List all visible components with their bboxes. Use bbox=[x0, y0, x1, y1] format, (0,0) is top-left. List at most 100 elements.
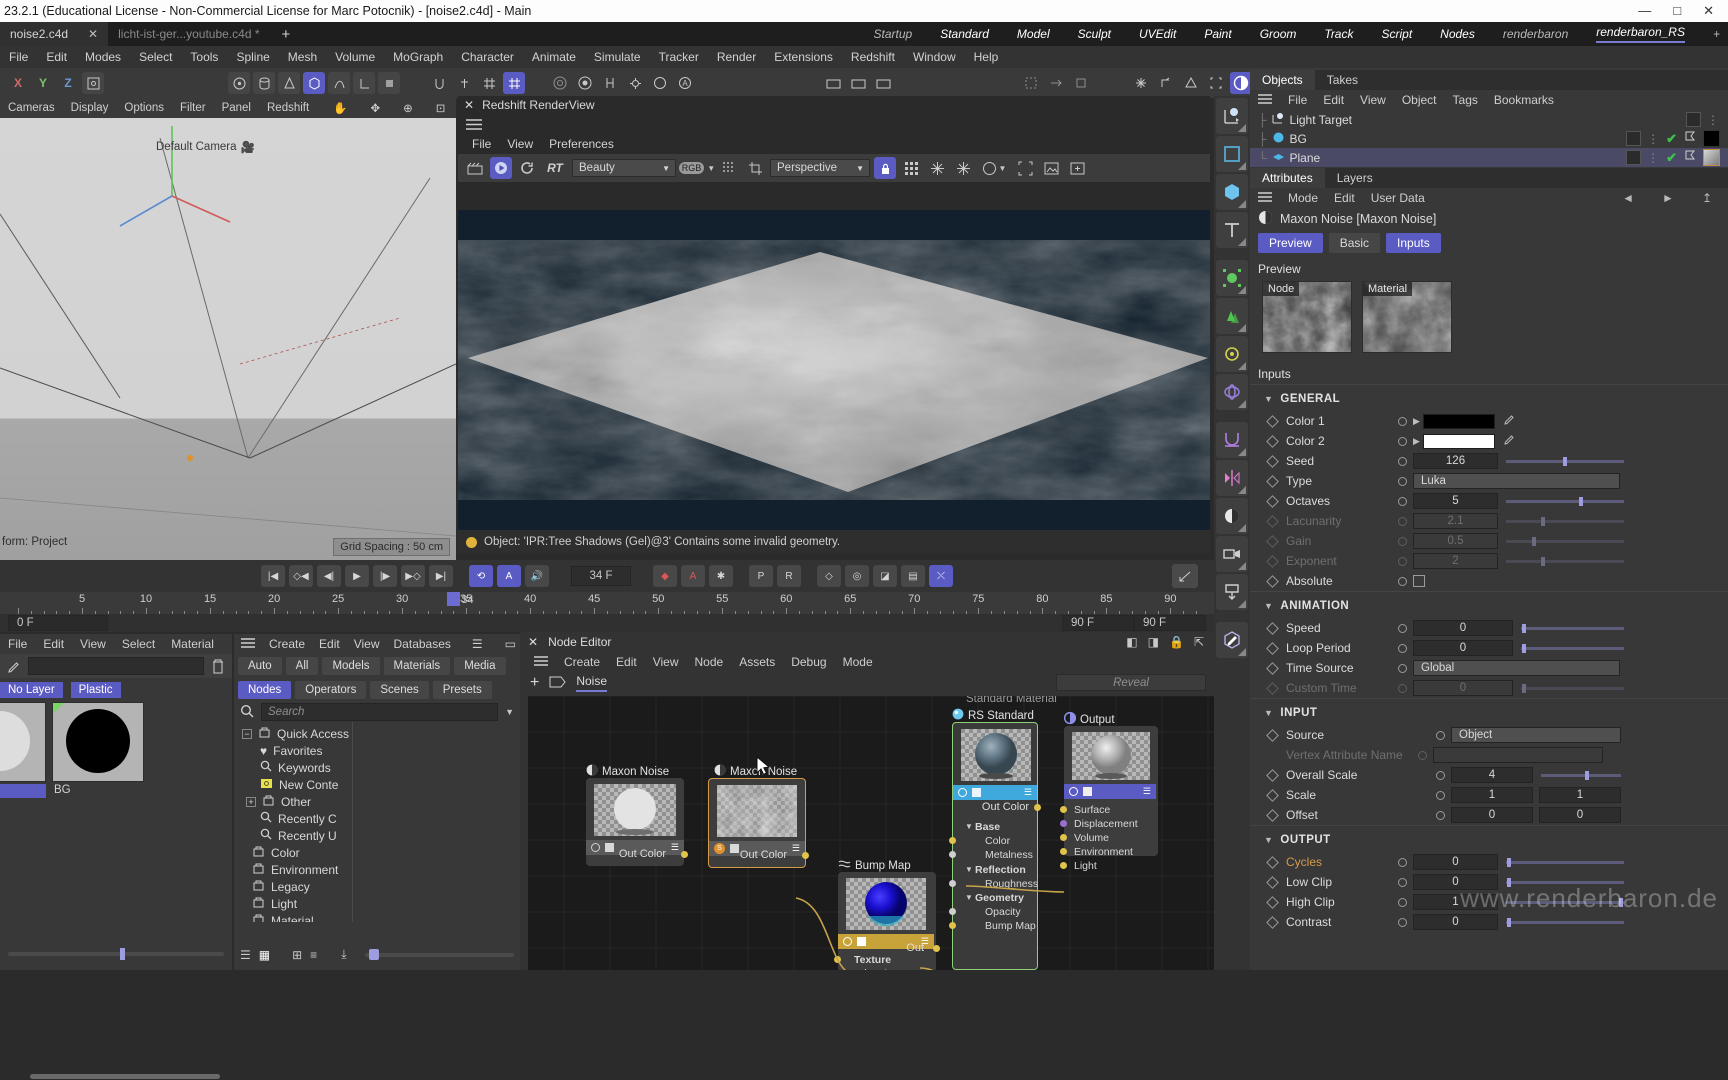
contrast-slider[interactable] bbox=[1506, 917, 1624, 927]
keyframe-diamond-icon[interactable] bbox=[1266, 855, 1279, 869]
type-select[interactable]: Luka bbox=[1413, 473, 1620, 489]
asset-menu-edit[interactable]: Edit bbox=[312, 637, 347, 651]
viewport-menu-filter[interactable]: Filter bbox=[172, 102, 214, 114]
axis-x-toggle[interactable]: X bbox=[7, 72, 29, 94]
tree-item-color[interactable]: Color bbox=[240, 844, 520, 861]
tag-icon[interactable] bbox=[549, 676, 566, 691]
node-graph-canvas[interactable]: Standard Material Maxon Noise ☰ Out Colo… bbox=[528, 696, 1214, 970]
absolute-checkbox[interactable] bbox=[1413, 575, 1425, 587]
layout-tab-nodes[interactable]: Nodes bbox=[1440, 27, 1475, 41]
preview-node-thumb[interactable]: Node bbox=[1262, 281, 1352, 353]
offset-y-field[interactable]: 0 bbox=[1539, 807, 1621, 823]
menu-volume[interactable]: Volume bbox=[326, 50, 384, 64]
tree-item-environment[interactable]: Environment bbox=[240, 861, 520, 878]
filter-nodes[interactable]: Nodes bbox=[238, 681, 292, 699]
menu-select[interactable]: Select bbox=[130, 50, 181, 64]
hamburger-icon[interactable] bbox=[234, 637, 262, 651]
keyframe-diamond-icon[interactable] bbox=[1266, 434, 1279, 448]
menu-tracker[interactable]: Tracker bbox=[650, 50, 708, 64]
param-color-2[interactable]: Color 2 ▶ bbox=[1250, 431, 1728, 451]
nav-forward-icon[interactable]: ► bbox=[1654, 191, 1682, 205]
axis-z-toggle[interactable]: Z bbox=[57, 72, 79, 94]
layout-tab-track[interactable]: Track bbox=[1324, 27, 1353, 41]
clapboard-icon[interactable] bbox=[464, 157, 486, 179]
null-object-icon[interactable] bbox=[1216, 98, 1248, 134]
capture-3-icon[interactable] bbox=[872, 72, 894, 94]
tree-item-other[interactable]: + Other bbox=[240, 793, 520, 810]
menu-render[interactable]: Render bbox=[708, 50, 765, 64]
tree-item-recently-created[interactable]: Recently C bbox=[240, 810, 520, 827]
param-cycles[interactable]: Cycles 0 bbox=[1250, 852, 1728, 872]
trash-icon[interactable] bbox=[204, 659, 232, 674]
node-menu-assets[interactable]: Assets bbox=[731, 655, 783, 669]
render-settings-icon[interactable] bbox=[599, 72, 621, 94]
pla-key-button[interactable]: ◎ bbox=[845, 565, 869, 587]
play-button[interactable]: ▶ bbox=[345, 565, 369, 587]
add-layout-button[interactable]: + bbox=[1713, 27, 1720, 41]
material-menu-edit[interactable]: Edit bbox=[35, 637, 72, 651]
keyframe-diamond-icon[interactable] bbox=[1266, 875, 1279, 889]
port-circle-icon[interactable] bbox=[1436, 730, 1445, 740]
go-to-end-button[interactable]: ▶| bbox=[429, 565, 453, 587]
object-axis-icon[interactable] bbox=[82, 72, 104, 94]
expand-toggle-icon[interactable]: + bbox=[246, 796, 256, 807]
keyframe-diamond-icon[interactable] bbox=[1266, 808, 1279, 822]
end-frame-field[interactable]: 90 F bbox=[1062, 615, 1134, 631]
layout-tab-renderbaron[interactable]: renderbaron bbox=[1503, 27, 1568, 41]
speed-field[interactable]: 0 bbox=[1413, 620, 1513, 636]
filter-auto[interactable]: Auto bbox=[238, 657, 282, 675]
curve-editor-icon[interactable] bbox=[1172, 564, 1198, 588]
port-circle-icon[interactable] bbox=[1398, 663, 1407, 673]
camera-object-icon[interactable] bbox=[1216, 536, 1248, 572]
param-key-button[interactable]: ◇ bbox=[817, 565, 841, 587]
step-back-button[interactable]: ◀| bbox=[317, 565, 341, 587]
floor-object-icon[interactable] bbox=[1216, 574, 1248, 610]
group-output[interactable]: ▼ OUTPUT bbox=[1250, 825, 1728, 852]
document-tab-noise2[interactable]: noise2.c4d ✕ bbox=[0, 22, 109, 46]
node-menu-debug[interactable]: Debug bbox=[783, 655, 834, 669]
thumbnail-size-slider[interactable] bbox=[364, 948, 514, 960]
text-tool-icon[interactable] bbox=[1216, 212, 1248, 248]
node-graph-tab-noise[interactable]: Noise bbox=[576, 674, 608, 692]
obj-menu-object[interactable]: Object bbox=[1394, 93, 1445, 107]
grid-snap-icon[interactable] bbox=[478, 72, 500, 94]
autokey-button[interactable]: A bbox=[497, 565, 521, 587]
cloner-icon[interactable] bbox=[1216, 298, 1248, 334]
move-icon[interactable]: ✥ bbox=[363, 101, 389, 115]
split-right-icon[interactable]: ◨ bbox=[1148, 635, 1159, 649]
material-menu-view[interactable]: View bbox=[72, 637, 114, 651]
contrast-field[interactable]: 0 bbox=[1413, 914, 1498, 930]
layout-tab-sculpt[interactable]: Sculpt bbox=[1078, 27, 1111, 41]
filter-operators[interactable]: Operators bbox=[295, 681, 367, 699]
keyframe-diamond-icon[interactable] bbox=[1266, 895, 1279, 909]
pill-preview[interactable]: Preview bbox=[1258, 233, 1323, 253]
grid-view-icon[interactable]: ▦ bbox=[259, 948, 270, 962]
menu-extensions[interactable]: Extensions bbox=[765, 50, 842, 64]
maximize-view-icon[interactable]: ⊡ bbox=[428, 101, 454, 115]
magnet-icon[interactable] bbox=[428, 72, 450, 94]
tree-item-keywords[interactable]: Keywords bbox=[240, 759, 520, 776]
param-type[interactable]: Type Luka bbox=[1250, 471, 1728, 491]
check-icon[interactable]: ✔ bbox=[1666, 131, 1677, 147]
overall-scale-field[interactable]: 4 bbox=[1451, 767, 1533, 783]
menu-mesh[interactable]: Mesh bbox=[279, 50, 326, 64]
keyframe-diamond-icon[interactable] bbox=[1266, 414, 1279, 428]
flag-icon[interactable] bbox=[1683, 149, 1697, 166]
color-swatch[interactable] bbox=[1422, 413, 1495, 429]
cycles-field[interactable]: 0 bbox=[1413, 854, 1498, 870]
sketch-pencil-icon[interactable] bbox=[1216, 622, 1248, 658]
pill-basic[interactable]: Basic bbox=[1328, 233, 1381, 253]
renderview-menu-view[interactable]: View bbox=[499, 137, 541, 151]
octaves-slider[interactable] bbox=[1506, 496, 1624, 506]
menu-help[interactable]: Help bbox=[965, 50, 1008, 64]
param-absolute[interactable]: Absolute bbox=[1250, 571, 1728, 591]
position-key-button[interactable]: P bbox=[749, 565, 773, 587]
layout-tab-standard[interactable]: Standard bbox=[940, 27, 989, 41]
settings-grid-icon[interactable] bbox=[1070, 72, 1092, 94]
port-circle-icon[interactable] bbox=[1436, 770, 1445, 780]
port-circle-icon[interactable] bbox=[1398, 857, 1407, 867]
param-time-source[interactable]: Time Source Global bbox=[1250, 658, 1728, 678]
expand-toggle-icon[interactable]: − bbox=[242, 728, 252, 739]
rt-toggle[interactable]: RT bbox=[542, 157, 568, 179]
port-circle-icon[interactable] bbox=[1398, 456, 1407, 466]
